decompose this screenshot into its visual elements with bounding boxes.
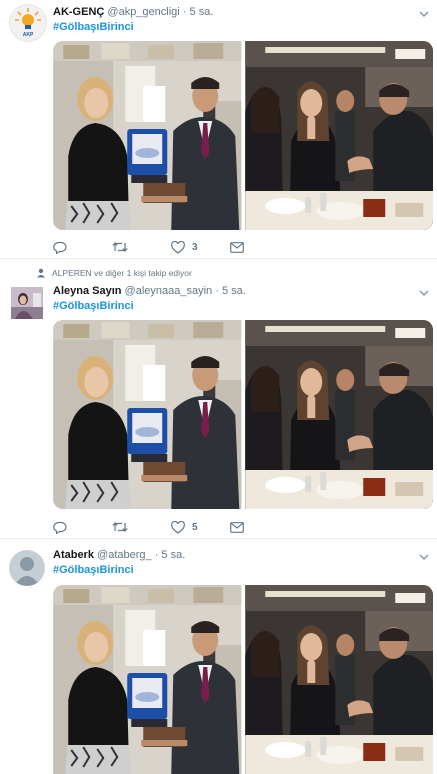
reply-icon [53,521,67,534]
media-grid [53,320,433,509]
person-follow-icon [37,268,45,278]
tweet-card[interactable]: Ataberk @ataberg_ · 5 sa. #GölbaşıBirinc… [0,539,437,774]
timestamp[interactable]: 5 sa. [222,285,246,297]
display-name[interactable]: AK-GENÇ [53,6,104,18]
tweet-actions: 3 [53,240,289,254]
like-icon [171,520,185,534]
profile-photo [11,287,43,319]
separator-dot: · [182,6,187,18]
tweet-photo[interactable] [53,320,242,509]
message-button[interactable] [230,241,289,253]
retweet-button[interactable] [112,521,171,533]
hashtag-link[interactable]: #GölbaşıBirinci [53,20,134,34]
message-icon [230,521,244,533]
tweet-actions: 5 [53,520,289,534]
tweet-header: Ataberk @ataberg_ · 5 sa. [53,548,185,562]
like-button[interactable]: 5 [171,520,230,534]
message-button[interactable] [230,521,289,533]
tweet-photo[interactable] [53,41,242,230]
retweet-icon [112,522,128,532]
message-icon [230,241,244,253]
tweet-photo[interactable] [53,585,242,774]
tweet-header: AK-GENÇ @akp_gencligi · 5 sa. [53,5,213,19]
tweet-photo[interactable] [245,320,434,509]
hashtag-link[interactable]: #GölbaşıBirinci [53,563,134,577]
timestamp[interactable]: 5 sa. [190,6,214,18]
like-button[interactable]: 3 [171,240,230,254]
social-context-text: ALPEREN ve diğer 1 kişi takip ediyor [52,268,192,278]
tweet-card[interactable]: AKP AK-GENÇ @akp_gencligi · 5 sa. #Gölba… [0,0,437,259]
username[interactable]: @ataberg_ [97,549,152,561]
svg-text:AKP: AKP [23,32,34,38]
akp-logo-icon: AKP [15,8,41,38]
caret-down-icon[interactable] [419,288,429,298]
reply-button[interactable] [53,241,112,254]
reply-button[interactable] [53,521,112,534]
display-name[interactable]: Ataberk [53,549,94,561]
media-grid [53,585,433,774]
separator-dot: · [154,549,159,561]
avatar[interactable] [11,287,43,319]
reply-icon [53,241,67,254]
retweet-icon [112,242,128,252]
avatar[interactable] [9,550,45,586]
tweet-header: Aleyna Sayın @aleynaaa_sayin · 5 sa. [53,284,246,298]
timestamp[interactable]: 5 sa. [161,549,185,561]
like-icon [171,240,185,254]
tweet-card[interactable]: ALPEREN ve diğer 1 kişi takip ediyor Ale… [0,259,437,539]
media-grid [53,41,433,230]
display-name[interactable]: Aleyna Sayın [53,285,121,297]
caret-down-icon[interactable] [419,9,429,19]
avatar[interactable]: AKP [9,4,47,42]
retweet-button[interactable] [112,241,171,253]
username[interactable]: @akp_gencligi [107,6,179,18]
social-context[interactable]: ALPEREN ve diğer 1 kişi takip ediyor [36,268,192,278]
username[interactable]: @aleynaaa_sayin [125,285,213,297]
tweet-photo[interactable] [245,41,434,230]
tweet-photo[interactable] [245,585,434,774]
caret-down-icon[interactable] [419,552,429,562]
like-count: 3 [192,241,198,253]
hashtag-link[interactable]: #GölbaşıBirinci [53,299,134,313]
default-avatar-icon [14,557,40,586]
separator-dot: · [215,285,219,297]
like-count: 5 [192,521,198,533]
